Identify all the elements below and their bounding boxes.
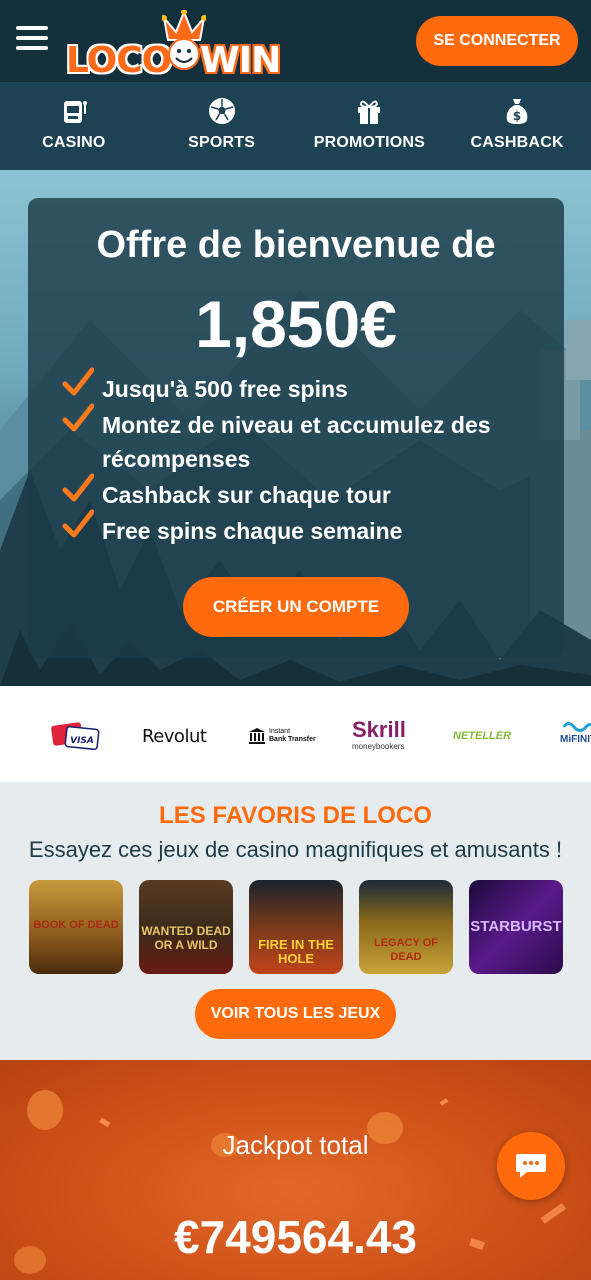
benefit-item: Free spins chaque semaine [62,509,532,548]
benefit-text: Montez de niveau et accumulez des récomp… [102,412,491,472]
nav-label: CASHBACK [470,134,564,151]
jackpot-amount: €749564.43 [173,1211,418,1263]
money-bag-icon: $ [506,99,528,124]
benefit-text: Jusqu'à 500 free spins [102,376,348,402]
favorites-subtitle: Essayez ces jeux de casino magnifiques e… [28,837,563,862]
check-icon [62,473,94,502]
benefit-text: Free spins chaque semaine [102,518,403,544]
nav-item-cashback[interactable]: $ CASHBACK [443,82,591,170]
favorites-section: LES FAVORIS DE LOCO Essayez ces jeux de … [0,782,591,1060]
welcome-offer-card: Offre de bienvenue de 1,850€ Jusqu'à 500… [28,198,564,658]
logo-text-loco: LOCO [66,40,172,81]
menu-icon[interactable] [16,26,48,54]
neteller-logo: NETELLER [453,730,512,742]
nav-item-casino[interactable]: CASINO [0,82,148,170]
chat-button[interactable] [497,1132,565,1200]
offer-title: Offre de bienvenue de [96,224,496,266]
nav-label: SPORTS [188,134,256,151]
game-tile-legacy-of-dead[interactable]: LEGACY OF DEAD [359,880,453,974]
revolut-logo: Revolut [142,725,207,747]
visa-logo: VISA [50,722,100,750]
game-tile-fire-in-the-hole[interactable]: FIRE IN THE HOLE [249,880,343,974]
soccer-ball-icon [208,98,235,124]
nav-item-promotions[interactable]: PROMOTIONS [296,82,444,170]
chat-icon [516,1154,546,1178]
benefit-item: Montez de niveau et accumulez des récomp… [62,403,532,476]
svg-text:VISA: VISA [70,736,94,746]
slot-machine-icon [63,101,87,123]
create-account-button[interactable]: CRÉER UN COMPTE [183,577,409,637]
header: LOCO WIN SE CONNECTER [0,0,591,82]
nav-label: PROMOTIONS [313,134,426,151]
main-nav: CASINO SPORTS PROMOTIONS $ CASHBACK [0,82,591,170]
logo[interactable]: LOCO WIN [66,10,281,81]
check-icon [62,509,94,538]
svg-text:$: $ [513,109,521,123]
payment-methods: VISA Revolut Instant Bank Transfer Skril… [0,686,591,782]
hero-banner: Offre de bienvenue de 1,850€ Jusqu'à 500… [0,170,591,686]
game-tile-starburst[interactable]: STARBURST [469,880,563,974]
nav-item-sports[interactable]: SPORTS [148,82,296,170]
mifinity-logo: MiFINITY [560,720,591,748]
bank-icon [249,728,265,744]
game-tile-wanted[interactable]: WANTED DEAD OR A WILD [139,880,233,974]
game-tile-book-of-dead[interactable]: BOOK OF DEAD [29,880,123,974]
benefit-text: Cashback sur chaque tour [102,482,391,508]
see-all-games-button[interactable]: VOIR TOUS LES JEUX [195,989,396,1039]
logo-text-win: WIN [200,40,281,81]
check-icon [62,367,94,396]
gift-icon [358,100,381,124]
nav-label: CASINO [42,134,106,151]
favorites-title: LES FAVORIS DE LOCO [159,802,432,829]
offer-amount: 1,850€ [195,287,397,361]
skrill-logo: Skrill moneybookers [352,717,406,752]
benefit-item: Jusqu'à 500 free spins [62,367,532,406]
check-icon [62,403,94,432]
bank-transfer-logo: Instant Bank Transfer [248,722,316,750]
login-button[interactable]: SE CONNECTER [416,16,578,66]
benefit-item: Cashback sur chaque tour [62,473,532,512]
